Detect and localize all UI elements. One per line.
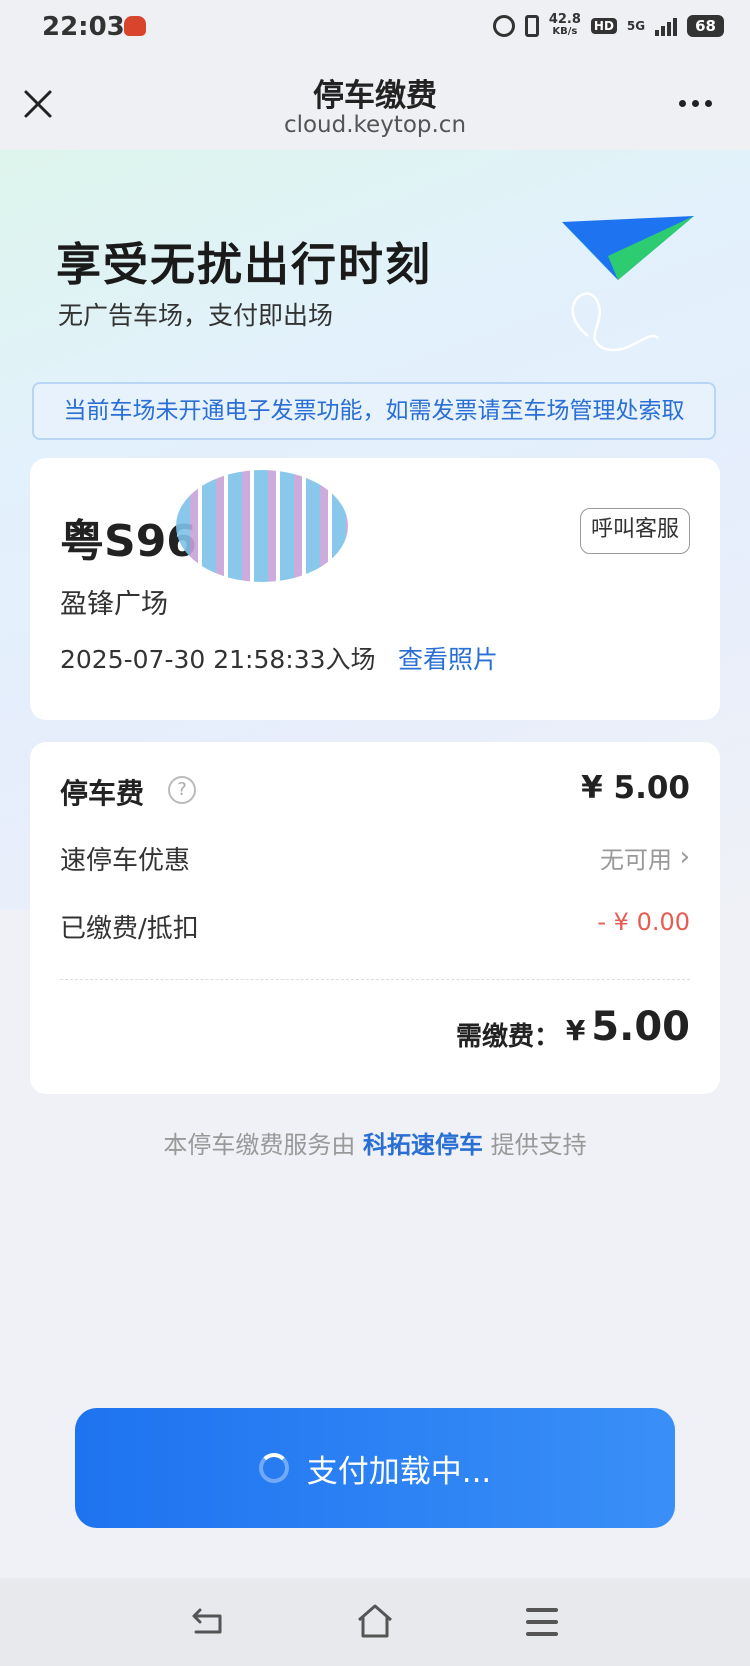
hero-title: 享受无扰出行时刻 [56, 238, 433, 291]
help-icon[interactable]: ? [168, 776, 196, 804]
net-speed: 42.8 KB/s [548, 12, 581, 38]
divider [60, 979, 690, 980]
license-plate: 粤S96 [60, 516, 197, 567]
view-photo-link[interactable]: 查看照片 [398, 640, 498, 676]
privacy-mask [176, 470, 348, 582]
entry-time: 2025-07-30 21:58:33入场 [60, 645, 376, 674]
amount-due-value: ¥5.00 [566, 1004, 690, 1050]
more-icon[interactable] [679, 100, 712, 107]
discount-value[interactable]: 无可用 [600, 840, 672, 875]
home-icon[interactable] [355, 1602, 395, 1640]
status-time: 22:03 [42, 12, 125, 42]
paid-value: - ¥ 0.00 [597, 908, 690, 936]
menu-icon[interactable] [526, 1608, 558, 1636]
signal-icon [655, 16, 678, 36]
hd-icon: HD [590, 18, 617, 34]
page-url: cloud.keytop.cn [283, 112, 467, 138]
discount-label[interactable]: 速停车优惠 [60, 840, 190, 877]
invoice-notice: 当前车场未开通电子发票功能，如需发票请至车场管理处索取 [32, 382, 716, 440]
parking-lot-name: 盈锋广场 [60, 589, 168, 620]
status-indicators: 42.8 KB/s HD 5G 68 [492, 12, 724, 38]
network-type: 5G [626, 19, 646, 33]
battery-icon: 68 [687, 15, 724, 37]
amount-due-number: 5.00 [591, 1004, 690, 1050]
amount-due-label: 需缴费： [456, 1022, 561, 1052]
pay-button[interactable]: 支付加载中... [75, 1408, 675, 1528]
service-provider-note: 本停车缴费服务由 科拓速停车 提供支持 [0, 1125, 750, 1160]
chevron-right-icon[interactable]: › [680, 842, 690, 872]
alarm-icon [492, 15, 515, 37]
provider-suffix: 提供支持 [483, 1131, 587, 1159]
provider-link[interactable]: 科拓速停车 [363, 1131, 483, 1159]
vibrate-icon [524, 15, 539, 37]
provider-prefix: 本停车缴费服务由 [163, 1131, 363, 1159]
notification-app-icon [124, 16, 146, 36]
loading-spinner-icon [258, 1453, 289, 1483]
paid-label: 已缴费/抵扣 [60, 914, 199, 944]
amount-due-currency: ¥ [565, 1014, 586, 1047]
parking-fee-amount: ¥ 5.00 [581, 770, 690, 806]
net-speed-unit: KB/s [552, 26, 578, 37]
call-service-button[interactable]: 呼叫客服 [580, 508, 690, 554]
parking-fee-label: 停车费 [60, 777, 145, 810]
net-speed-value: 42.8 [548, 12, 581, 27]
paper-plane-icon [562, 216, 694, 352]
back-icon[interactable] [190, 1606, 224, 1636]
page-title: 停车缴费 [313, 78, 437, 114]
hero-subtitle: 无广告车场，支付即出场 [58, 301, 334, 330]
pay-button-label: 支付加载中... [306, 1453, 492, 1490]
